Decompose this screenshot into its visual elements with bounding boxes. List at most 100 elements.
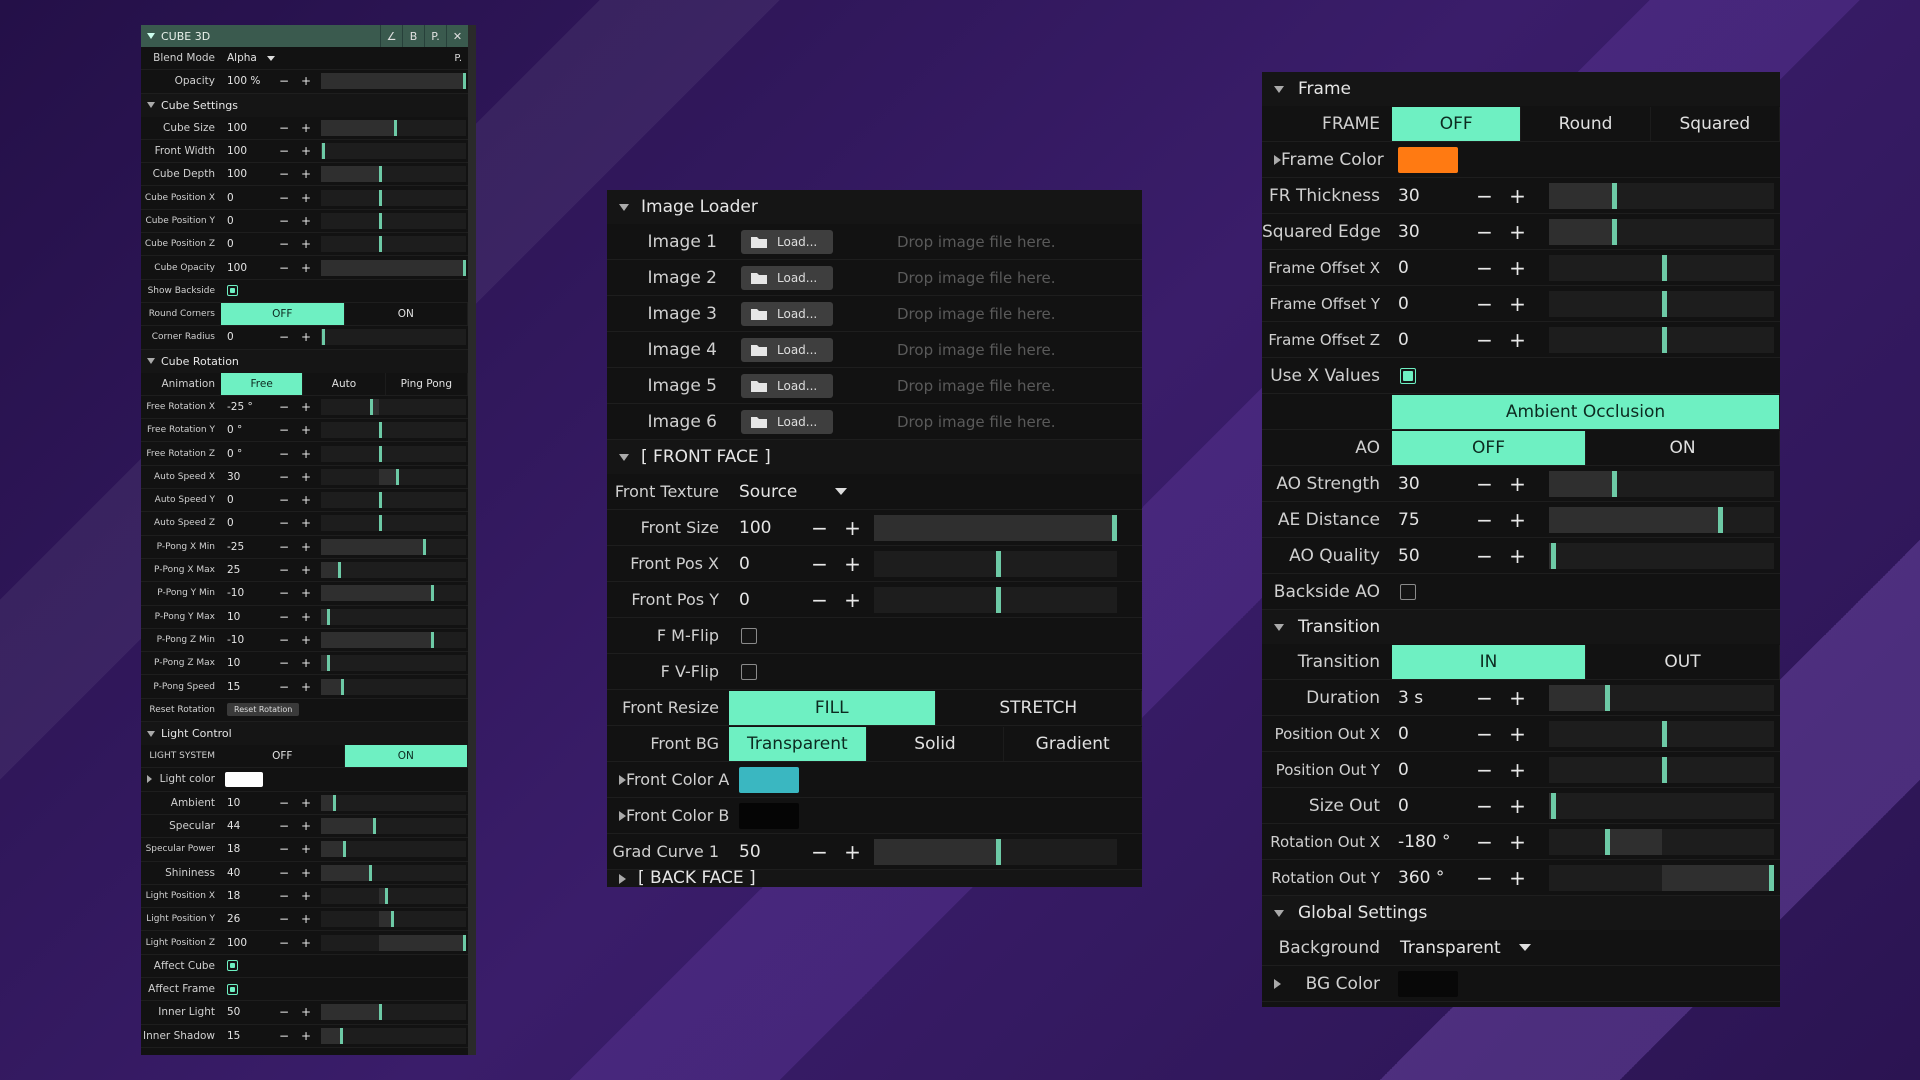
front-pos-x-slider[interactable] [874, 550, 1117, 577]
ae-distance-slider[interactable] [1549, 506, 1774, 533]
p-pong-z-max-value[interactable]: 10 [221, 657, 273, 669]
frame-offset-y-value[interactable]: 0 [1392, 294, 1468, 314]
opacity-value[interactable]: 100 % [221, 75, 273, 87]
cube-depth-increment-button[interactable]: + [295, 167, 317, 181]
inner-light-increment-button[interactable]: + [295, 1005, 317, 1019]
slider-handle[interactable] [995, 586, 1001, 613]
position-out-x-increment-button[interactable]: + [1501, 722, 1534, 746]
frame-offset-x-value[interactable]: 0 [1392, 258, 1468, 278]
opacity-decrement-button[interactable]: − [273, 74, 295, 88]
auto-speed-y-increment-button[interactable]: + [295, 493, 317, 507]
rotation-out-x-decrement-button[interactable]: − [1468, 830, 1501, 854]
p-pong-z-max-decrement-button[interactable]: − [273, 656, 295, 670]
front-size-value[interactable]: 100 [729, 518, 803, 538]
ae-distance-value[interactable]: 75 [1392, 510, 1468, 530]
light-control-header[interactable]: Light Control [141, 722, 468, 746]
slider-handle[interactable] [431, 585, 435, 602]
cube-position-y-increment-button[interactable]: + [295, 214, 317, 228]
light-position-y-decrement-button[interactable]: − [273, 912, 295, 926]
frame-offset-y-increment-button[interactable]: + [1501, 292, 1534, 316]
p-pong-z-max-slider[interactable] [321, 655, 466, 672]
slider-handle[interactable] [1605, 828, 1611, 855]
slider-handle[interactable] [379, 212, 382, 229]
light-position-x-value[interactable]: 18 [221, 890, 273, 902]
corner-radius-slider[interactable] [321, 329, 466, 346]
light-position-z-value[interactable]: 100 [221, 937, 273, 949]
corner-radius-increment-button[interactable]: + [295, 330, 317, 344]
slider-handle[interactable] [1717, 506, 1723, 533]
front-pos-y-decrement-button[interactable]: − [803, 588, 836, 612]
cube-position-z-increment-button[interactable]: + [295, 237, 317, 251]
light-position-z-slider[interactable] [321, 934, 466, 951]
slider-handle[interactable] [1661, 720, 1667, 747]
slider-handle[interactable] [995, 550, 1001, 577]
load-image-2-button[interactable]: Load... [741, 265, 833, 290]
ao-quality-increment-button[interactable]: + [1501, 544, 1534, 568]
cube-depth-decrement-button[interactable]: − [273, 167, 295, 181]
p-pong-z-max-increment-button[interactable]: + [295, 656, 317, 670]
load-image-3-button[interactable]: Load... [741, 301, 833, 326]
p-pong-x-min-increment-button[interactable]: + [295, 540, 317, 554]
free-rotation-x-value[interactable]: -25 ° [221, 401, 273, 413]
size-out-value[interactable]: 0 [1392, 796, 1468, 816]
cube-position-z-decrement-button[interactable]: − [273, 237, 295, 251]
slider-handle[interactable] [338, 562, 342, 579]
free-rotation-y-slider[interactable] [321, 422, 466, 439]
ao-off[interactable]: OFF [1392, 430, 1586, 465]
frame-off[interactable]: OFF [1392, 106, 1522, 141]
duration-increment-button[interactable]: + [1501, 686, 1534, 710]
use-x-checkbox[interactable] [1400, 367, 1416, 384]
inner-light-decrement-button[interactable]: − [273, 1005, 295, 1019]
close-button[interactable]: ✕ [446, 25, 468, 47]
free-rotation-x-decrement-button[interactable]: − [273, 400, 295, 414]
resize-fill[interactable]: FILL [729, 690, 936, 725]
blend-mode-dropdown[interactable]: Alpha [221, 52, 275, 64]
slider-handle[interactable] [463, 259, 466, 276]
shininess-increment-button[interactable]: + [295, 866, 317, 880]
front-width-value[interactable]: 100 [221, 145, 273, 157]
front-pos-y-slider[interactable] [874, 586, 1117, 613]
cube-depth-slider[interactable] [321, 166, 466, 183]
fr-thickness-slider[interactable] [1549, 182, 1774, 209]
rotation-out-x-value[interactable]: -180 ° [1392, 832, 1468, 852]
slider-handle[interactable] [379, 166, 382, 183]
slider-handle[interactable] [379, 189, 382, 206]
p-pong-speed-slider[interactable] [321, 678, 466, 695]
position-out-y-value[interactable]: 0 [1392, 760, 1468, 780]
collapse-icon[interactable] [147, 33, 155, 39]
position-out-y-decrement-button[interactable]: − [1468, 758, 1501, 782]
auto-speed-x-value[interactable]: 30 [221, 471, 273, 483]
free-rotation-y-decrement-button[interactable]: − [273, 423, 295, 437]
animation-pingpong[interactable]: Ping Pong [386, 372, 468, 395]
slider-handle[interactable] [379, 422, 382, 439]
slider-handle[interactable] [1605, 684, 1611, 711]
bg-color-swatch[interactable] [1398, 970, 1458, 997]
grad-curve-1-value[interactable]: 50 [729, 842, 803, 862]
slider-handle[interactable] [396, 468, 400, 485]
p-pong-z-min-slider[interactable] [321, 631, 466, 648]
p-pong-speed-value[interactable]: 15 [221, 681, 273, 693]
drop-zone-hint[interactable]: Drop image file here. [897, 269, 1056, 287]
ambient-increment-button[interactable]: + [295, 796, 317, 810]
slider-handle[interactable] [332, 794, 336, 811]
p-pong-x-max-increment-button[interactable]: + [295, 563, 317, 577]
auto-speed-y-slider[interactable] [321, 492, 466, 509]
slider-handle[interactable] [1551, 792, 1557, 819]
drop-zone-hint[interactable]: Drop image file here. [897, 377, 1056, 395]
light-system-off[interactable]: OFF [221, 745, 345, 768]
specular-power-decrement-button[interactable]: − [273, 842, 295, 856]
slider-handle[interactable] [1661, 756, 1667, 783]
slider-handle[interactable] [339, 1027, 343, 1044]
p-pong-x-max-slider[interactable] [321, 562, 466, 579]
front-color-b-swatch[interactable] [739, 802, 799, 829]
light-position-z-increment-button[interactable]: + [295, 936, 317, 950]
front-color-a-swatch[interactable] [739, 766, 799, 793]
slider-handle[interactable] [341, 678, 345, 695]
frame-header[interactable]: Frame [1262, 72, 1780, 106]
frame-offset-z-slider[interactable] [1549, 326, 1774, 353]
transition-in[interactable]: IN [1392, 644, 1586, 679]
front-face-header[interactable]: [ FRONT FACE ] [607, 440, 1142, 474]
ae-distance-increment-button[interactable]: + [1501, 508, 1534, 532]
slider-handle[interactable] [379, 445, 382, 462]
affect-cube-checkbox[interactable] [227, 960, 238, 972]
